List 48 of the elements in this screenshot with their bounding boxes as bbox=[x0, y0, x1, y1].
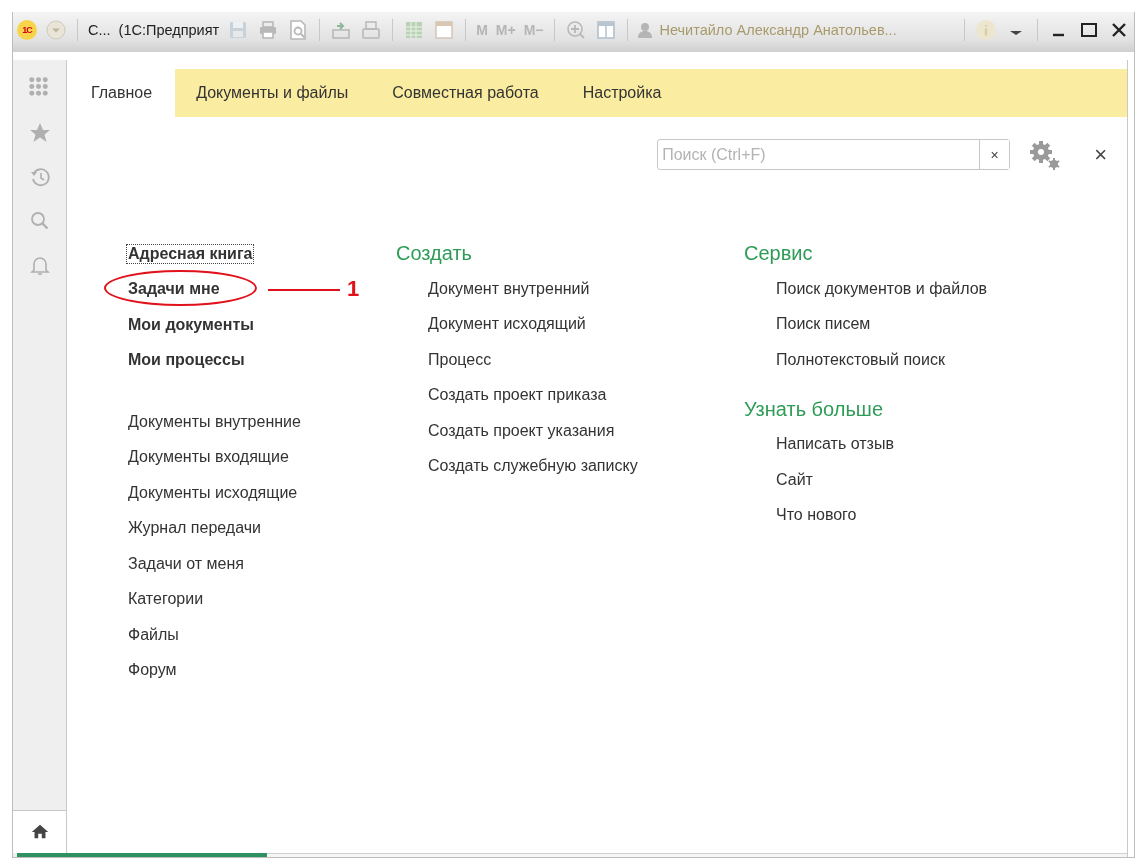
zoom-in-icon[interactable] bbox=[564, 19, 587, 41]
info-icon[interactable] bbox=[975, 19, 997, 41]
command-link[interactable]: Создать проект указания bbox=[426, 420, 617, 441]
bell-icon[interactable] bbox=[28, 254, 51, 276]
command-link[interactable]: Полнотекстовый поиск bbox=[774, 349, 947, 370]
user-icon bbox=[637, 22, 652, 38]
command-link[interactable]: Поиск документов и файлов bbox=[774, 278, 990, 299]
nav-link[interactable]: Форум bbox=[126, 660, 179, 681]
section-tab[interactable]: Главное bbox=[70, 69, 176, 117]
command-link[interactable]: Документ внутренний bbox=[426, 278, 592, 299]
command-link[interactable]: Поиск писем bbox=[774, 314, 873, 335]
window-title: С... bbox=[88, 22, 111, 38]
callout-number: 1 bbox=[347, 275, 360, 302]
app-logo[interactable]: 1С bbox=[17, 20, 37, 40]
nav-link[interactable]: Категории bbox=[126, 589, 206, 610]
command-link[interactable]: Что нового bbox=[774, 505, 859, 526]
command-link[interactable]: Создать служебную записку bbox=[426, 456, 640, 477]
clear-search-button[interactable]: × bbox=[979, 140, 1010, 169]
command-link[interactable]: Написать отзыв bbox=[774, 434, 896, 455]
nav-link[interactable]: Документы исходящие bbox=[126, 482, 300, 503]
search-field[interactable]: Поиск (Ctrl+F) × bbox=[657, 139, 1011, 170]
command-link[interactable]: Сайт bbox=[774, 469, 815, 490]
nav-link[interactable]: Документы входящие bbox=[126, 447, 291, 468]
search-icon[interactable] bbox=[28, 210, 51, 232]
leader-line bbox=[268, 288, 340, 291]
envelope-print-icon[interactable] bbox=[360, 19, 383, 41]
nav-link[interactable]: Файлы bbox=[126, 624, 181, 645]
history-icon[interactable] bbox=[28, 166, 51, 188]
nav-link[interactable]: Задачи от меня bbox=[126, 553, 246, 574]
calendar-icon[interactable] bbox=[433, 19, 456, 41]
nav-link[interactable]: Адресная книга bbox=[126, 243, 255, 264]
nav-link[interactable]: Мои процессы bbox=[126, 350, 247, 371]
command-link[interactable]: Создать проект приказа bbox=[426, 385, 609, 406]
section-heading: Узнать больше bbox=[744, 396, 884, 422]
nav-link[interactable]: Документы внутренние bbox=[126, 411, 303, 432]
dropdown-circle-icon[interactable] bbox=[45, 19, 67, 41]
nav-link[interactable]: Задачи мне bbox=[126, 279, 222, 300]
panel-layout-icon[interactable] bbox=[594, 19, 617, 41]
command-link[interactable]: Документ исходящий bbox=[426, 314, 588, 335]
nav-link[interactable]: Мои документы bbox=[126, 314, 256, 335]
nav-link[interactable]: Журнал передачи bbox=[126, 518, 263, 539]
app-name: (1С:Предприят bbox=[118, 22, 220, 38]
command-link[interactable]: Процесс bbox=[426, 349, 494, 370]
section-heading: Создать bbox=[396, 241, 473, 266]
close-button[interactable]: × bbox=[1080, 141, 1107, 168]
envelope-arrow-icon[interactable] bbox=[330, 19, 353, 41]
star-icon[interactable] bbox=[28, 122, 51, 144]
section-heading: Сервис bbox=[744, 241, 814, 266]
